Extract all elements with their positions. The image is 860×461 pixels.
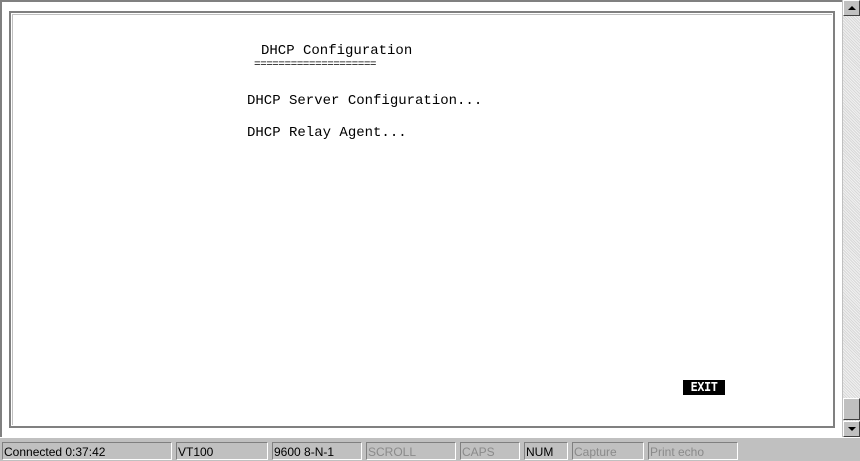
title-underline: ==================== [254, 59, 377, 71]
scroll-up-button[interactable] [843, 0, 860, 16]
status-port-settings: 9600 8-N-1 [272, 442, 362, 460]
status-bar: Connected 0:37:42 VT100 9600 8-N-1 SCROL… [0, 437, 860, 461]
arrow-down-icon [848, 427, 856, 431]
vertical-scrollbar[interactable] [842, 0, 860, 437]
scroll-down-button[interactable] [843, 421, 860, 437]
terminal-screen [12, 14, 832, 425]
status-emulation: VT100 [176, 442, 268, 460]
menu-item-dhcp-relay-agent[interactable]: DHCP Relay Agent... [247, 125, 407, 141]
arrow-up-icon [848, 6, 856, 10]
status-num: NUM [524, 442, 568, 460]
menu-item-dhcp-server-configuration[interactable]: DHCP Server Configuration... [247, 93, 482, 109]
status-connected: Connected 0:37:42 [2, 442, 172, 460]
status-scroll: SCROLL [366, 442, 456, 460]
status-print-echo: Print echo [648, 442, 738, 460]
exit-button[interactable]: EXIT [683, 380, 725, 395]
scrollbar-thumb[interactable] [843, 398, 860, 420]
status-caps: CAPS [460, 442, 520, 460]
status-capture: Capture [572, 442, 644, 460]
